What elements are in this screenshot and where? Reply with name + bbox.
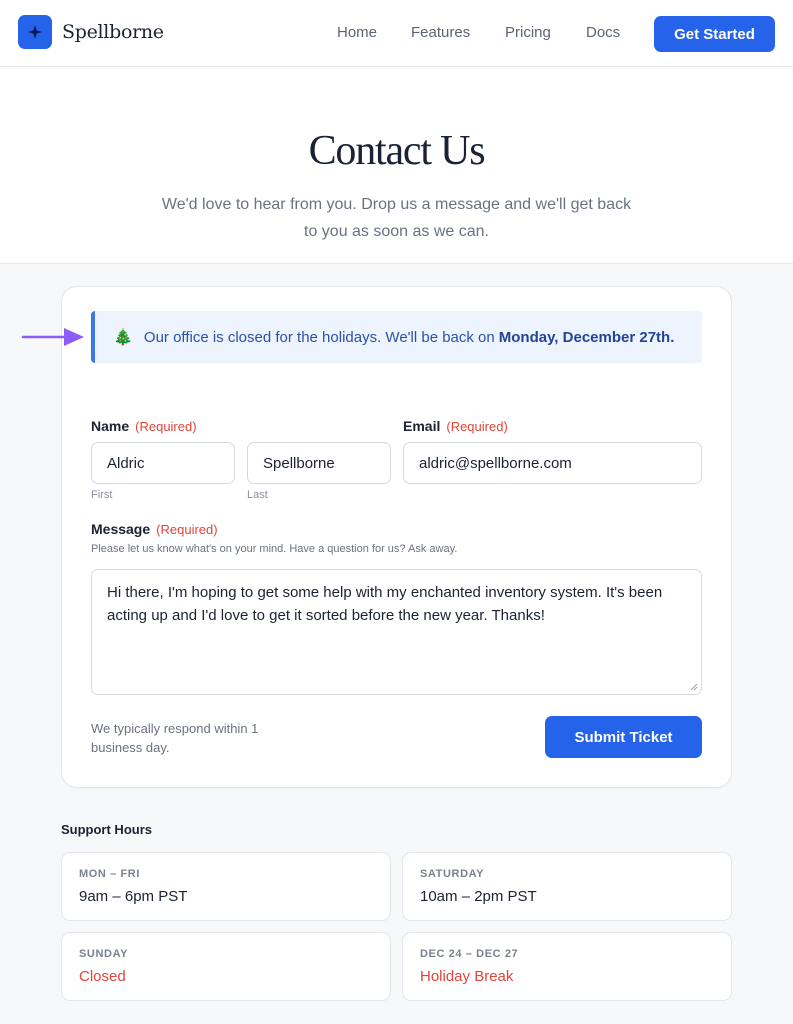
name-label: Name (Required) xyxy=(91,418,197,434)
message-label: Message (Required) xyxy=(91,521,218,537)
hours-day: DEC 24 – DEC 27 xyxy=(420,948,519,960)
sparkle-icon xyxy=(28,25,42,39)
holiday-notice-banner: 🎄 Our office is closed for the holidays.… xyxy=(91,311,702,363)
hours-card-saturday: SATURDAY 10am – 2pm PST xyxy=(402,852,732,921)
brand-name[interactable]: Spellborne xyxy=(62,21,164,43)
hours-day: SUNDAY xyxy=(79,948,129,960)
resize-handle-icon[interactable] xyxy=(690,683,698,691)
hours-value-holiday: Holiday Break xyxy=(420,968,514,985)
last-name-input[interactable]: Spellborne xyxy=(247,442,391,484)
email-required: (Required) xyxy=(446,419,508,434)
hours-day: MON – FRI xyxy=(79,868,141,880)
page-title: Contact Us xyxy=(308,128,486,174)
top-navbar: Spellborne Home Features Pricing Docs Ge… xyxy=(0,0,793,67)
email-value: aldric@spellborne.com xyxy=(419,454,572,472)
annotation-arrow-icon xyxy=(21,328,84,346)
first-name-value: Aldric xyxy=(107,454,145,472)
hours-value: 10am – 2pm PST xyxy=(420,888,537,905)
hours-day: SATURDAY xyxy=(420,868,485,880)
email-label: Email (Required) xyxy=(403,418,508,434)
support-hours-title: Support Hours xyxy=(61,822,152,837)
message-required: (Required) xyxy=(156,522,218,537)
hours-card-sunday: SUNDAY Closed xyxy=(61,932,391,1001)
email-label-text: Email xyxy=(403,418,441,434)
first-name-input[interactable]: Aldric xyxy=(91,442,235,484)
response-time-note: We typically respond within 1 business d… xyxy=(91,721,259,755)
name-required: (Required) xyxy=(135,419,197,434)
first-sublabel: First xyxy=(91,489,113,501)
banner-text: Our office is closed for the holidays. W… xyxy=(143,328,495,346)
logo-icon[interactable] xyxy=(18,15,52,49)
hours-value: 9am – 6pm PST xyxy=(79,888,188,905)
hero-section: Contact Us We'd love to hear from you. D… xyxy=(0,67,793,264)
email-input[interactable]: aldric@spellborne.com xyxy=(403,442,702,484)
message-label-text: Message xyxy=(91,521,151,537)
hours-value-closed: Closed xyxy=(79,968,126,985)
nav-home[interactable]: Home xyxy=(337,24,377,41)
nav-features[interactable]: Features xyxy=(411,24,470,41)
nav-pricing[interactable]: Pricing xyxy=(505,24,551,41)
hours-card-weekdays: MON – FRI 9am – 6pm PST xyxy=(61,852,391,921)
last-name-value: Spellborne xyxy=(263,454,335,472)
message-help-text: Please let us know what's on your mind. … xyxy=(91,543,458,555)
christmas-tree-icon: 🎄 xyxy=(113,329,133,346)
banner-return-date: Monday, December 27th. xyxy=(498,328,675,346)
page-subtitle: We'd love to hear from you. Drop us a me… xyxy=(161,196,632,240)
last-sublabel: Last xyxy=(247,489,268,501)
message-value: Hi there, I'm hoping to get some help wi… xyxy=(107,584,663,624)
name-label-text: Name xyxy=(91,418,130,434)
get-started-button[interactable]: Get Started xyxy=(654,16,775,52)
hours-card-holiday: DEC 24 – DEC 27 Holiday Break xyxy=(402,932,732,1001)
submit-ticket-button[interactable]: Submit Ticket xyxy=(545,716,702,758)
message-textarea[interactable]: Hi there, I'm hoping to get some help wi… xyxy=(91,569,702,695)
nav-docs[interactable]: Docs xyxy=(586,24,620,41)
